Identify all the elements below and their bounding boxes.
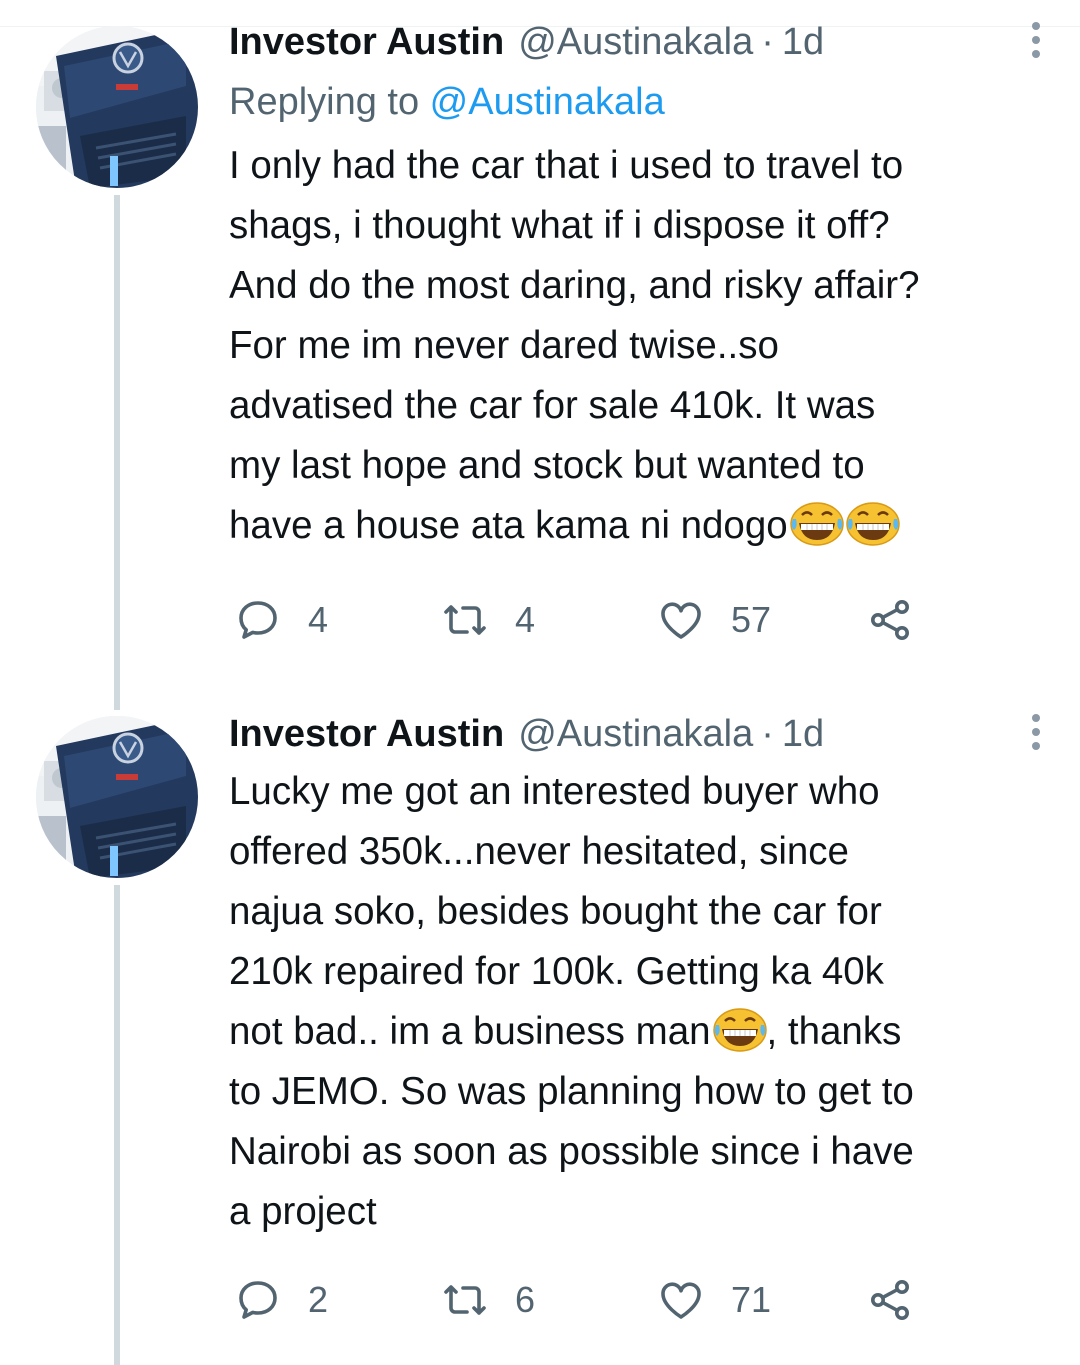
author-handle[interactable]: @Austinakala [518,21,753,64]
heart-icon [661,1282,701,1319]
author-name[interactable]: Investor Austin [229,21,504,64]
retweet-count: 6 [515,1279,536,1320]
retweet-button[interactable]: 6 [441,1270,535,1330]
thread-line [114,885,120,1365]
tweet-text: Lucky me got an interested buyer who off… [229,762,1041,1242]
tweet-header: Investor Austin @Austinakala · 1d [229,14,1041,70]
grinning-squinting-tears-emoji-icon [846,502,900,546]
heart-icon [661,602,701,639]
reply-button[interactable]: 4 [234,590,328,650]
timestamp[interactable]: 1d [782,21,824,64]
retweet-button[interactable]: 4 [441,590,535,650]
replying-to: Replying to @Austinakala [229,74,1041,130]
share-button[interactable] [866,1270,914,1330]
retweet-icon [444,605,486,635]
more-vertical-icon[interactable] [1029,22,1043,64]
replying-handle-link[interactable]: @Austinakala [430,81,665,123]
author-name[interactable]: Investor Austin [229,713,504,756]
like-button[interactable]: 57 [657,590,771,650]
like-button[interactable]: 71 [657,1270,771,1330]
reply-icon [239,601,277,639]
grinning-squinting-tears-emoji-icon [790,502,844,546]
tweet-text: I only had the car that i used to travel… [229,136,1041,556]
tweet-text-body: I only had the car that i used to travel… [229,144,920,547]
tweet-actions: 2 6 71 [229,1270,929,1330]
reply-icon [239,1281,277,1319]
like-count: 71 [731,1279,772,1320]
timestamp[interactable]: 1d [782,713,824,756]
separator-dot: · [761,712,774,755]
author-handle[interactable]: @Austinakala [518,713,753,756]
share-button[interactable] [866,590,914,650]
replying-prefix: Replying to [229,81,430,123]
grinning-squinting-tears-emoji-icon [713,1008,767,1052]
retweet-count: 4 [515,599,536,640]
reply-button[interactable]: 2 [234,1270,328,1330]
retweet-icon [444,1285,486,1315]
tweet-1[interactable]: Investor Austin @Austinakala · 1d Replyi… [0,0,1080,710]
avatar[interactable] [36,716,198,878]
tweet-actions: 4 4 57 [229,590,929,650]
thread-line [114,195,120,710]
like-count: 57 [731,599,772,640]
tweet-header: Investor Austin @Austinakala · 1d [229,706,1041,762]
share-icon [871,600,909,640]
separator-dot: · [761,20,774,63]
share-icon [871,1280,909,1320]
tweet-2[interactable]: Investor Austin @Austinakala · 1d Lucky … [0,700,1080,1365]
avatar[interactable] [36,26,198,188]
reply-count: 2 [308,1279,329,1320]
more-vertical-icon[interactable] [1029,714,1043,756]
reply-count: 4 [308,599,329,640]
